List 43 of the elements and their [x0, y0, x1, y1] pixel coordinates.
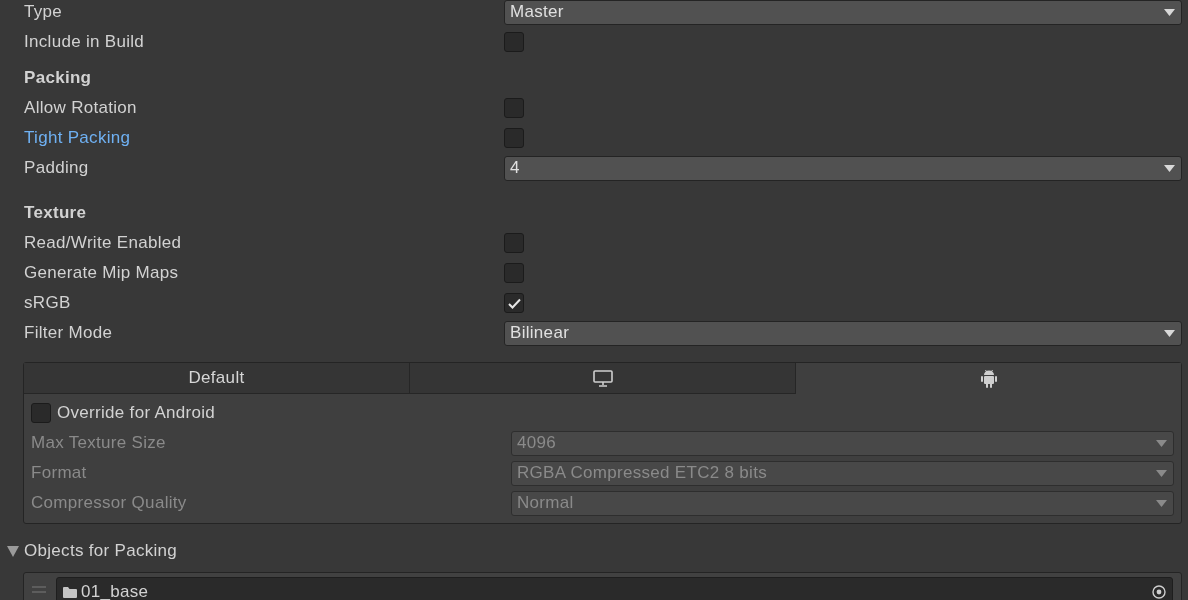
section-label: Objects for Packing	[24, 541, 178, 561]
field-label: Filter Mode	[24, 323, 114, 343]
dropdown[interactable]: Bilinear	[504, 320, 1182, 346]
caret-icon	[1156, 439, 1167, 447]
field-label: Type	[24, 2, 64, 22]
field-label: Read/Write Enabled	[24, 233, 183, 253]
drag-handle-icon[interactable]	[32, 586, 46, 594]
checkbox[interactable]	[504, 233, 524, 253]
dropdown[interactable]: Master	[504, 0, 1182, 25]
folder-icon	[63, 586, 77, 598]
dropdown[interactable]: 4	[504, 155, 1182, 181]
caret-icon	[1164, 164, 1175, 172]
caret-icon	[1156, 469, 1167, 477]
monitor-icon	[592, 369, 613, 387]
field-label: Tight Packing	[24, 128, 132, 148]
setting-label: Max Texture Size	[31, 433, 167, 453]
field-label: sRGB	[24, 293, 72, 313]
checkmark-icon	[507, 297, 521, 309]
caret-icon	[1164, 329, 1175, 337]
field-label: Allow Rotation	[24, 98, 138, 118]
section-header: Texture	[24, 203, 88, 223]
field-label: Include in Build	[24, 32, 146, 52]
object-picker-icon[interactable]	[1152, 585, 1166, 599]
checkbox-label: Override for Android	[57, 403, 216, 423]
checkbox[interactable]	[504, 128, 524, 148]
platform-tab[interactable]	[410, 363, 796, 393]
checkbox[interactable]	[504, 263, 524, 283]
checkbox[interactable]	[31, 403, 51, 423]
platform-tab[interactable]	[796, 363, 1181, 394]
field-label: Generate Mip Maps	[24, 263, 180, 283]
checkbox[interactable]	[504, 98, 524, 118]
field-label: Padding	[24, 158, 90, 178]
expand-triangle-icon[interactable]	[7, 545, 19, 557]
caret-icon	[1164, 8, 1175, 16]
caret-icon	[1156, 499, 1167, 507]
setting-label: Compressor Quality	[31, 493, 188, 513]
section-header: Packing	[24, 68, 93, 88]
android-icon	[980, 369, 997, 388]
setting-label: Format	[31, 463, 88, 483]
checkbox[interactable]	[504, 293, 524, 313]
platform-tab[interactable]: Default	[24, 363, 410, 393]
object-field[interactable]: 01_base	[56, 577, 1173, 600]
checkbox[interactable]	[504, 32, 524, 52]
